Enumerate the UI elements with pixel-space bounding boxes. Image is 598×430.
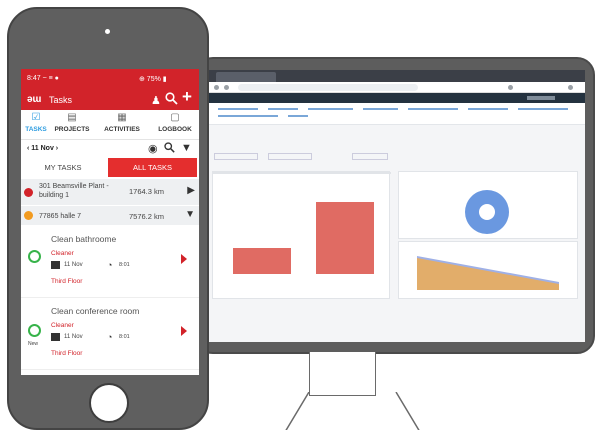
web-app-header: [208, 93, 585, 103]
site-marker-icon: [24, 211, 33, 220]
date-label: 11 Nov: [31, 145, 54, 152]
phone-device: 8:47 ~ ≡ ● ⊕ 75% ▮ ǝɯ Tasks ♟ + ☑ TASKS …: [7, 7, 209, 430]
tab-label: TASKS: [25, 126, 47, 133]
filter-icon[interactable]: ▼: [181, 142, 192, 154]
dashboard-area: [212, 131, 581, 339]
donut-chart: [465, 190, 509, 234]
task-status-icon[interactable]: [28, 324, 41, 337]
task-title: Clean conference room: [51, 306, 140, 316]
filter-dropdown[interactable]: [352, 153, 388, 160]
tab-activities[interactable]: ▦ ACTIVITIES: [97, 110, 147, 140]
checklist-icon: ☑: [31, 112, 41, 123]
calendar-icon: [51, 333, 60, 341]
chevron-right-icon[interactable]: ▶: [187, 185, 195, 196]
browser-tab-strip: [208, 70, 585, 82]
task-date: 11 Nov: [64, 262, 83, 268]
task-item[interactable]: New Clean conference room Cleaner 11 Nov…: [21, 298, 199, 370]
chart-bar: [233, 248, 291, 274]
search-icon[interactable]: [165, 92, 178, 107]
tab-label: LOGBOOK: [158, 126, 192, 133]
site-row[interactable]: 301 Beamsville Plant - building 1 1764.3…: [21, 179, 199, 206]
tab-bar: ☑ TASKS ▤ PROJECTS ▦ ACTIVITIES ▢ LOGBOO…: [21, 110, 199, 140]
donut-chart-panel: [398, 171, 578, 239]
task-time: 8:01: [119, 334, 130, 340]
phone-screen: 8:47 ~ ≡ ● ⊕ 75% ▮ ǝɯ Tasks ♟ + ☑ TASKS …: [21, 69, 199, 375]
bar-chart-panel: [212, 171, 391, 299]
calendar-icon: [51, 261, 60, 269]
tab-label: ACTIVITIES: [104, 126, 140, 133]
app-bar: ǝɯ Tasks ♟ +: [21, 88, 199, 110]
user-menu[interactable]: [527, 96, 555, 100]
task-status-icon[interactable]: [28, 250, 41, 263]
play-icon[interactable]: [181, 326, 187, 336]
new-badge: New: [28, 341, 39, 347]
area-chart-panel: [398, 241, 578, 299]
app-logo: ǝɯ: [27, 94, 42, 105]
task-role: Cleaner: [51, 250, 74, 257]
clock-icon: ◔: [107, 332, 113, 342]
menu-icon[interactable]: [568, 85, 573, 90]
plus-icon[interactable]: +: [182, 88, 192, 105]
search-icon[interactable]: [164, 142, 175, 156]
desktop-screen: [208, 70, 585, 342]
task-role: Cleaner: [51, 322, 74, 329]
calendar-icon: ▦: [117, 112, 127, 123]
browser-address-bar: [208, 82, 585, 93]
tab-label: PROJECTS: [54, 126, 90, 133]
site-marker-icon: [24, 188, 33, 197]
date-bar: ‹ 11 Nov › ◉ ▼: [21, 140, 199, 158]
task-time: 8:01: [119, 262, 130, 268]
chart-filters: [212, 151, 390, 161]
browser-tab[interactable]: [216, 72, 276, 82]
site-name: 301 Beamsville Plant - building 1: [39, 183, 109, 199]
tab-tasks[interactable]: ☑ TASKS: [21, 110, 51, 140]
desktop-monitor: [195, 57, 595, 354]
clock-icon: ◔: [107, 260, 113, 270]
chevron-down-icon[interactable]: ▼: [185, 209, 195, 220]
bar-chart: [233, 182, 383, 274]
area-series-a: [417, 258, 559, 290]
book-icon: ▢: [170, 112, 180, 123]
task-date: 11 Nov: [64, 334, 83, 340]
chart-bar: [316, 202, 374, 274]
filter-dropdown[interactable]: [214, 153, 258, 160]
url-field[interactable]: [238, 84, 418, 91]
person-icon[interactable]: ♟: [151, 94, 161, 108]
task-floor: Third Floor: [51, 278, 83, 285]
status-right: ⊕ 75% ▮: [139, 76, 167, 83]
my-tasks-tab[interactable]: MY TASKS: [24, 158, 102, 177]
area-chart: [417, 256, 559, 290]
filter-dropdown[interactable]: [268, 153, 312, 160]
task-scope-toggle: MY TASKS ALL TASKS: [24, 158, 197, 177]
site-name: 77865 halle 7: [39, 213, 82, 220]
task-floor: Third Floor: [51, 350, 83, 357]
tab-projects[interactable]: ▤ PROJECTS: [51, 110, 93, 140]
site-row[interactable]: 77865 halle 7 7576.2 km ▼: [21, 206, 199, 226]
home-button[interactable]: [89, 383, 129, 423]
back-icon[interactable]: [214, 85, 219, 90]
reload-icon[interactable]: [224, 85, 229, 90]
monitor-stand-neck: [309, 352, 376, 396]
status-left: 8:47 ~ ≡ ●: [27, 75, 59, 82]
task-title: Clean bathroome: [51, 234, 117, 244]
site-distance: 7576.2 km: [129, 212, 165, 221]
camera-dot: [105, 29, 110, 34]
bookmark-icon[interactable]: [508, 85, 513, 90]
site-distance: 1764.3 km: [129, 187, 165, 196]
task-item[interactable]: Clean bathroome Cleaner 11 Nov ◔ 8:01 Th…: [21, 226, 199, 298]
monitor-stand-base: [285, 392, 420, 430]
date-picker[interactable]: ‹ 11 Nov ›: [27, 145, 58, 152]
clipboard-icon: ▤: [67, 112, 77, 123]
all-tasks-tab[interactable]: ALL TASKS: [108, 158, 197, 177]
status-bar: 8:47 ~ ≡ ● ⊕ 75% ▮: [21, 69, 199, 89]
app-title: Tasks: [49, 95, 73, 105]
filter-strip: [208, 103, 585, 125]
tab-logbook[interactable]: ▢ LOGBOOK: [151, 110, 199, 140]
eye-icon[interactable]: ◉: [148, 142, 158, 155]
play-icon[interactable]: [181, 254, 187, 264]
